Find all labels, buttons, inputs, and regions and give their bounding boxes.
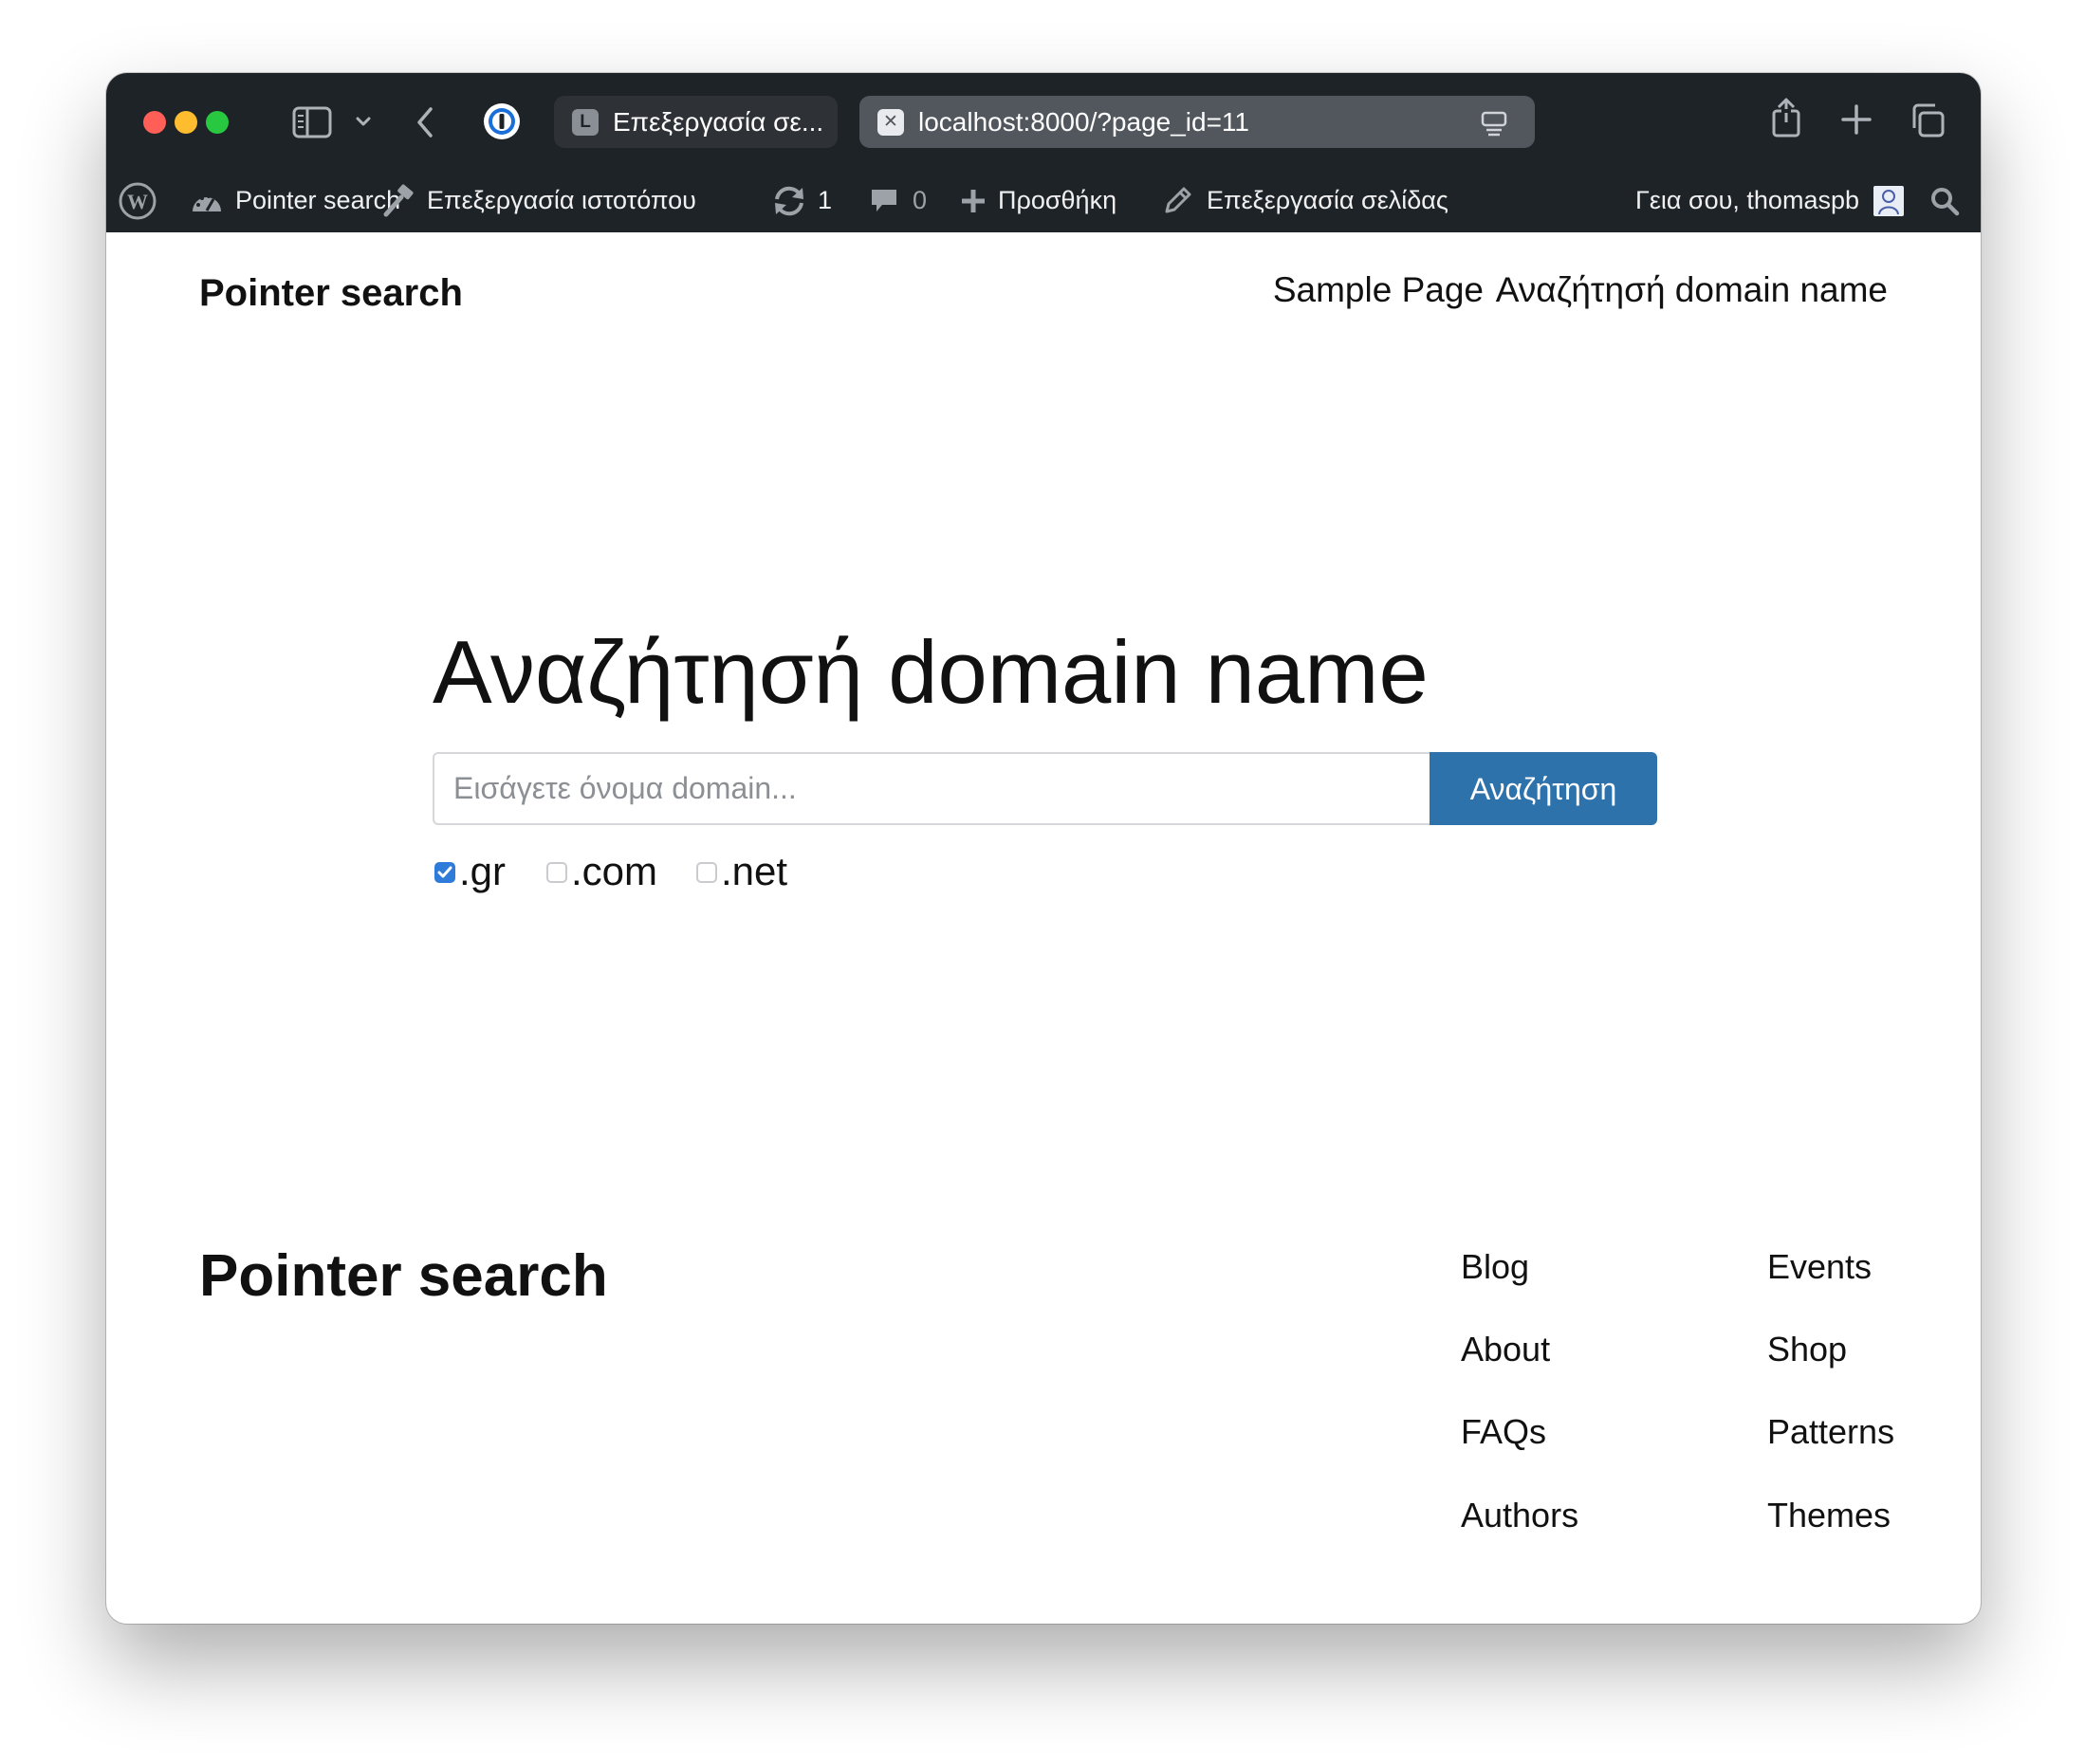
admin-bar-new-label: Προσθήκη <box>998 186 1117 214</box>
footer-site-title[interactable]: Pointer search <box>199 1242 608 1310</box>
tld-label-gr: .gr <box>459 849 507 893</box>
checkbox-gr[interactable] <box>434 862 455 883</box>
domain-search-input[interactable] <box>433 752 1430 825</box>
hammer-icon <box>383 184 414 217</box>
tab-title: Επεξεργασία σε... <box>613 107 824 137</box>
new-tab-icon[interactable] <box>1840 103 1873 136</box>
footer-link-authors[interactable]: Authors <box>1461 1496 1578 1535</box>
avatar-image <box>1878 190 1899 215</box>
dashboard-icon <box>193 194 221 211</box>
password-manager-icon[interactable] <box>482 101 522 141</box>
minimize-window-button[interactable] <box>175 111 197 134</box>
footer-link-about[interactable]: About <box>1461 1330 1550 1369</box>
tab-active-address[interactable]: ✕ localhost:8000/?page_id=11 <box>859 96 1535 148</box>
share-icon[interactable] <box>1770 97 1802 138</box>
tab-favicon: L <box>572 109 599 136</box>
nav-domain-search[interactable]: Αναζήτησή domain name <box>1496 270 1888 310</box>
plus-icon <box>962 190 985 212</box>
zoom-window-button[interactable] <box>206 111 229 134</box>
browser-window: L Επεξεργασία σε... ✕ localhost:8000/?pa… <box>106 73 1981 1624</box>
checkbox-com[interactable] <box>546 862 567 883</box>
footer-link-shop[interactable]: Shop <box>1767 1330 1847 1369</box>
tab-inactive[interactable]: L Επεξεργασία σε... <box>554 96 838 148</box>
admin-bar-site-label: Pointer search <box>235 186 401 214</box>
comment-icon <box>872 190 896 211</box>
svg-text:W: W <box>127 190 148 213</box>
address-bar-url[interactable]: localhost:8000/?page_id=11 <box>918 96 1249 148</box>
tld-label-com: .com <box>571 849 658 893</box>
footer-link-blog[interactable]: Blog <box>1461 1247 1529 1287</box>
pencil-icon <box>1165 187 1191 213</box>
browser-titlebar: L Επεξεργασία σε... ✕ localhost:8000/?pa… <box>106 73 1981 169</box>
admin-bar-greeting: Γεια σου, thomaspb <box>1634 186 1859 214</box>
footer-link-faqs[interactable]: FAQs <box>1461 1412 1546 1452</box>
wp-admin-bar: W Pointer search Επεξεργασία ιστοτόπου 1… <box>106 169 1981 232</box>
reader-mode-icon[interactable] <box>1480 109 1508 138</box>
site-title[interactable]: Pointer search <box>199 272 463 315</box>
close-tab-icon[interactable]: ✕ <box>877 109 904 136</box>
checkmark-icon <box>437 866 452 878</box>
admin-bar-account[interactable]: Γεια σου, thomaspb <box>1635 169 1859 232</box>
checkbox-net[interactable] <box>696 862 717 883</box>
page-title: Αναζήτησή domain name <box>433 622 1429 722</box>
sidebar-toggle-icon[interactable] <box>292 105 332 139</box>
footer-link-patterns[interactable]: Patterns <box>1767 1412 1894 1452</box>
search-button[interactable]: Αναζήτηση <box>1430 752 1657 825</box>
tld-label-net: .net <box>721 849 788 893</box>
footer-link-themes[interactable]: Themes <box>1767 1496 1891 1535</box>
updates-icon <box>775 186 803 216</box>
updates-count: 1 <box>818 186 833 214</box>
admin-bar-edit-page-label: Επεξεργασία σελίδας <box>1207 186 1448 214</box>
close-window-button[interactable] <box>143 111 166 134</box>
back-arrow-icon[interactable] <box>415 105 436 139</box>
footer-link-events[interactable]: Events <box>1767 1247 1872 1287</box>
wordpress-logo-icon[interactable]: W <box>119 182 157 220</box>
admin-bar-customize-label: Επεξεργασία ιστοτόπου <box>427 186 696 214</box>
search-icon[interactable] <box>1929 186 1960 216</box>
nav-sample-page[interactable]: Sample Page <box>1273 270 1484 310</box>
avatar[interactable] <box>1873 186 1904 216</box>
comments-count: 0 <box>913 186 928 214</box>
tab-overview-icon[interactable] <box>1909 101 1947 139</box>
chevron-down-icon[interactable] <box>355 115 372 128</box>
